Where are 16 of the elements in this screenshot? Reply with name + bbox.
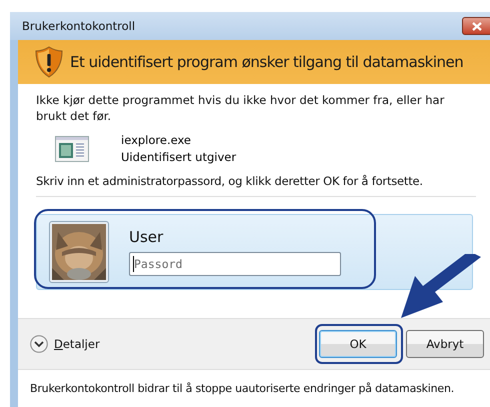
shield-warning-icon bbox=[34, 46, 64, 78]
footer-text: Brukerkontokontroll bidrar til å stoppe uautoriserte endringer på datamaskinen. bbox=[30, 382, 454, 395]
password-field[interactable]: Passord bbox=[129, 252, 341, 276]
user-name: User bbox=[129, 228, 164, 246]
details-button[interactable]: Detaljer bbox=[30, 335, 100, 353]
program-window-icon bbox=[55, 136, 89, 162]
window-title: Brukerkontokontroll bbox=[22, 19, 136, 33]
publisher-text: Uidentifisert utgiver bbox=[121, 149, 236, 166]
dialog-button[interactable]: OK bbox=[319, 330, 397, 358]
banner-heading: Et uidentifisert program ønsker tilgang til datamaskinen bbox=[70, 53, 464, 71]
program-name: iexplore.exe bbox=[121, 132, 192, 149]
close-icon bbox=[472, 22, 482, 30]
instruction-text: Skriv inn et administratorpassord, og klikk deretter OK for å fortsette. bbox=[36, 174, 424, 188]
close-button[interactable] bbox=[462, 17, 490, 35]
dialog-button[interactable]: Avbryt bbox=[406, 330, 484, 358]
warning-text: Ikke kjør dette programmet hvis du ikke hvor det kommer fra, eller har brukt det før. bbox=[36, 92, 446, 124]
